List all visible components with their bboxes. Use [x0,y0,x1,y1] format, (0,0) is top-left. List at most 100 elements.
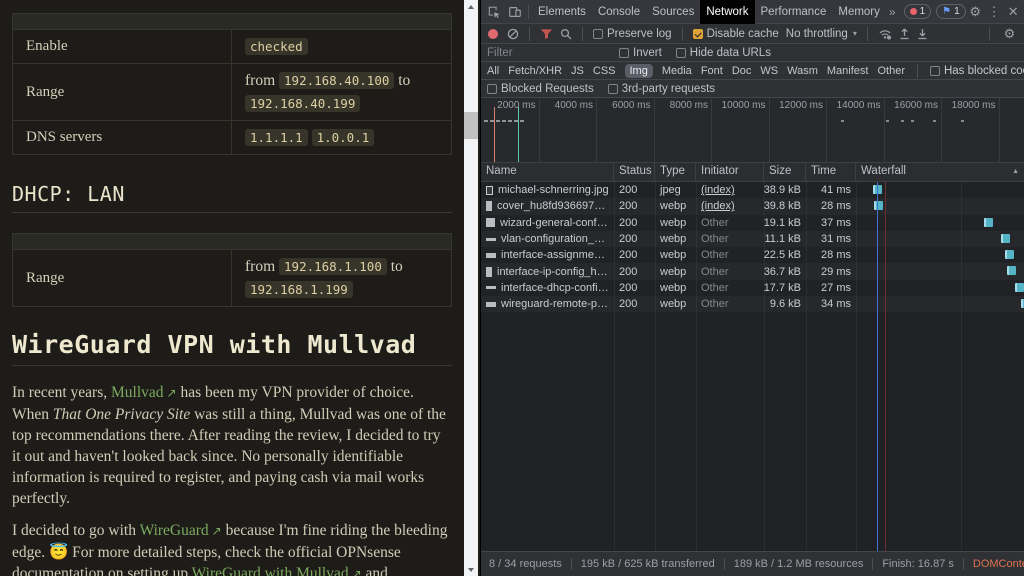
blog-link[interactable]: Mullvad ↗ [111,384,177,401]
request-name: interface-dhcp-config_hu… [501,282,609,294]
scroll-up-arrow-icon[interactable] [464,0,478,13]
timeline-tick-label: 18000 ms [952,100,996,111]
checkbox-unchecked[interactable] [593,29,603,39]
checkbox-unchecked[interactable] [930,66,940,76]
blog-link[interactable]: WireGuard ↗ [140,522,222,539]
kebab-menu-icon[interactable]: ⋮ [985,4,1004,20]
devtools-tab-performance[interactable]: Performance [755,0,833,24]
blog-link[interactable]: WireGuard with Mullvad ↗ [192,565,362,576]
devtools-tab-sources[interactable]: Sources [646,0,700,24]
device-toolbar-icon[interactable] [504,5,525,19]
filter-chip-ws[interactable]: WS [760,65,778,77]
initiator-text: Other [701,249,729,261]
network-overview-timeline[interactable]: 2000 ms4000 ms6000 ms8000 ms10000 ms1200… [481,98,1024,163]
issues-count-badge[interactable]: ⚑ 1 [936,4,966,19]
request-status-cell: 200 [614,231,655,247]
column-header-time[interactable]: Time [806,163,856,181]
checkbox-checked[interactable] [693,29,703,39]
network-settings-gear-icon[interactable]: ⚙ [1000,26,1019,42]
throttling-dropdown[interactable]: No throttling ▾ [786,28,857,40]
summary-item: 8 / 34 requests [489,558,562,570]
request-row[interactable]: wizard-general-config_hu…200webpOther19.… [481,215,1024,231]
hide-data-urls-checkbox[interactable]: Hide data URLs [676,47,771,59]
overview-activity-strip [484,120,526,122]
filter-chip-img[interactable]: Img [625,64,653,78]
settings-gear-icon[interactable]: ⚙ [966,4,985,20]
request-name-cell: cover_hu8fd936697ab2ce… [481,198,614,214]
inspect-element-icon[interactable] [483,5,504,19]
devtools-tab-network[interactable]: Network [700,0,754,24]
filter-chip-manifest[interactable]: Manifest [827,65,869,77]
request-row[interactable]: interface-assignments_hu…200webpOther22.… [481,247,1024,263]
filter-chip-doc[interactable]: Doc [732,65,752,77]
request-name: interface-ip-config_hu15… [497,266,609,278]
has-blocked-cookies-checkbox[interactable]: Has blocked cookies [930,65,1024,77]
disable-cache-checkbox[interactable]: Disable cache [693,28,779,40]
filter-chip-js[interactable]: JS [571,65,584,77]
request-row[interactable]: interface-dhcp-config_hu…200webpOther17.… [481,280,1024,296]
column-header-type[interactable]: Type [655,163,696,181]
checkbox-unchecked[interactable] [487,84,497,94]
record-network-log-icon[interactable] [488,29,498,39]
request-row[interactable]: wireguard-remote-peers_…200webpOther9.6 … [481,296,1024,312]
filter-chip-css[interactable]: CSS [593,65,616,77]
config-value: from 192.168.40.100 to 192.168.40.199 [231,64,451,120]
waterfall-gridline [961,182,962,554]
filter-funnel-icon[interactable] [540,28,553,40]
waterfall-bar [1005,250,1014,259]
screenshot-root: EnablecheckedRangefrom 192.168.40.100 to… [0,0,1024,576]
overview-request-dot [886,120,889,122]
filter-chip-fetch-xhr[interactable]: Fetch/XHR [508,65,562,77]
preserve-log-checkbox[interactable]: Preserve log [593,28,672,40]
invert-checkbox[interactable]: Invert [619,47,662,59]
external-link-arrow-icon: ↗ [164,386,177,400]
divider [528,5,529,19]
filter-chip-wasm[interactable]: Wasm [787,65,818,77]
more-tabs-icon[interactable]: » [886,5,899,19]
filter-chip-font[interactable]: Font [701,65,723,77]
import-har-icon[interactable] [899,28,910,40]
waterfall-bar [874,201,883,210]
filter-chip-all[interactable]: All [487,65,499,77]
export-har-icon[interactable] [917,28,928,40]
column-gridline [655,182,656,554]
filter-chip-other[interactable]: Other [877,65,905,77]
devtools-tab-console[interactable]: Console [592,0,646,24]
page-scrollbar[interactable] [464,0,478,576]
request-name-cell: vlan-configuration_hub6c… [481,231,614,247]
request-row[interactable]: interface-ip-config_hu15…200webpOther36.… [481,263,1024,279]
filter-chip-media[interactable]: Media [662,65,692,77]
clear-network-log-icon[interactable] [507,28,519,40]
network-toolbar: Preserve log Disable cache No throttling… [481,24,1024,44]
request-time-cell: 28 ms [806,247,856,263]
sort-order-icon[interactable]: ▲ [1012,168,1019,176]
column-header-initiator[interactable]: Initiator [696,163,764,181]
error-dot-icon [910,8,917,15]
error-count-badge[interactable]: 1 [904,4,932,19]
request-name-cell: interface-dhcp-config_hu… [481,280,614,296]
checkbox-unchecked[interactable] [619,48,629,58]
initiator-link[interactable]: (index) [701,200,735,212]
close-devtools-icon[interactable]: ✕ [1004,4,1023,20]
column-header-size[interactable]: Size [764,163,806,181]
request-row[interactable]: cover_hu8fd936697ab2ce…200webp(index)39.… [481,198,1024,214]
blocked-requests-checkbox[interactable]: Blocked Requests [487,83,594,95]
request-row[interactable]: vlan-configuration_hub6c…200webpOther11.… [481,231,1024,247]
checkbox-unchecked[interactable] [676,48,686,58]
column-header-name[interactable]: Name [481,163,614,181]
search-icon[interactable] [560,28,572,40]
network-conditions-icon[interactable] [878,28,892,40]
devtools-tab-elements[interactable]: Elements [532,0,592,24]
checkbox-unchecked[interactable] [608,84,618,94]
filter-input[interactable] [487,47,605,59]
scrollbar-thumb[interactable] [464,112,478,139]
external-link-arrow-icon: ↗ [349,567,362,576]
devtools-tab-memory[interactable]: Memory [832,0,886,24]
scroll-down-arrow-icon[interactable] [464,563,478,576]
request-name: wireguard-remote-peers_… [501,298,609,310]
initiator-link[interactable]: (index) [701,184,735,196]
third-party-requests-checkbox[interactable]: 3rd-party requests [608,83,715,95]
request-row[interactable]: michael-schnerring.jpg200jpeg(index)38.9… [481,182,1024,198]
column-header-status[interactable]: Status [614,163,655,181]
column-header-waterfall[interactable]: Waterfall▲ [856,163,1024,181]
